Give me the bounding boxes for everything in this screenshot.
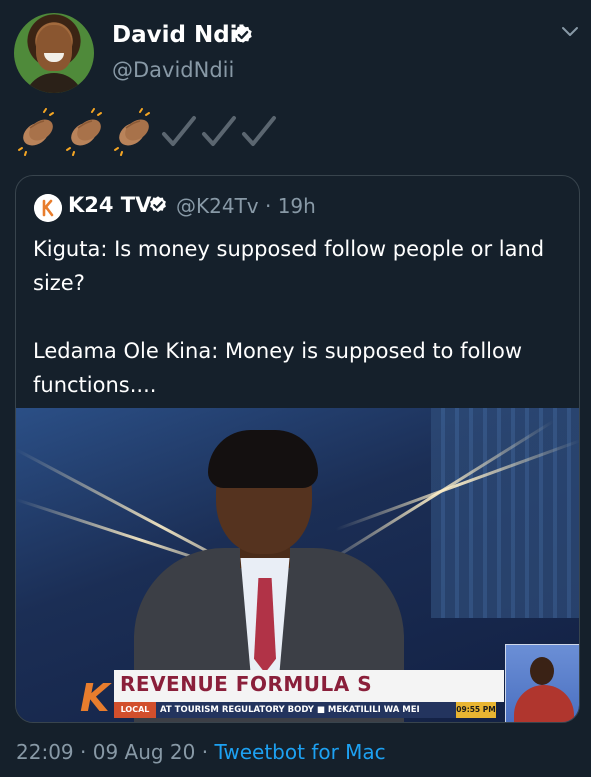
presenter-hair: [208, 430, 318, 488]
video-thumbnail[interactable]: K REVENUE FORMULA S LOCAL AT TOURISM REG…: [16, 408, 579, 722]
interpreter-head: [530, 657, 554, 685]
ticker-label: LOCAL: [114, 702, 156, 718]
check-mark-icon: [162, 116, 196, 146]
quoted-separator: ·: [264, 194, 272, 218]
clapping-hands-icon: [114, 108, 150, 156]
quoted-text-line: functions....: [33, 373, 157, 397]
tweet-date: 09 Aug 20: [92, 740, 196, 764]
footer-separator: ·: [201, 740, 209, 764]
ticker-time: 09:55 PM: [456, 702, 496, 718]
quoted-author-name[interactable]: K24 TV: [68, 193, 151, 217]
footer-separator: ·: [80, 740, 87, 764]
quoted-handle-text: @K24Tv: [176, 194, 259, 218]
quoted-text-line: Kiguta: Is money supposed follow people …: [33, 237, 545, 261]
avatar-face: [36, 25, 72, 71]
tweet-text: [14, 108, 278, 156]
chevron-down-icon[interactable]: [561, 26, 579, 38]
tweet-time: 22:09: [16, 740, 74, 764]
quoted-author-avatar[interactable]: [34, 194, 62, 222]
tweet-footer: 22:09 · 09 Aug 20 · Tweetbot for Mac: [16, 740, 386, 764]
author-avatar[interactable]: [14, 13, 94, 93]
quoted-author-handle[interactable]: @K24Tv · 19h: [176, 194, 316, 218]
client-link[interactable]: Tweetbot for Mac: [214, 740, 385, 764]
k24-watermark-logo: K: [80, 676, 110, 720]
clapping-hands-icon: [66, 108, 102, 156]
check-mark-icon: [202, 116, 236, 146]
lower-third-title: REVENUE FORMULA S: [120, 672, 373, 696]
sign-language-inset: [505, 644, 579, 722]
interpreter-body: [514, 685, 574, 722]
background-building: [431, 408, 579, 618]
quoted-text-line: size?: [33, 271, 85, 295]
quoted-time[interactable]: 19h: [278, 194, 316, 218]
avatar-shirt: [24, 73, 84, 93]
k24-logo-icon: [34, 194, 62, 222]
quoted-tweet-card[interactable]: K24 TV @K24Tv · 19h Kiguta: Is money sup…: [15, 175, 580, 723]
verified-badge-icon: [150, 196, 166, 213]
quoted-text-line: Ledama Ole Kina: Money is supposed to fo…: [33, 339, 523, 363]
news-ticker: AT TOURISM REGULATORY BODY ■ MEKATILILI …: [156, 702, 456, 718]
clapping-hands-icon: [18, 108, 54, 156]
verified-badge-icon: [234, 25, 252, 43]
author-name[interactable]: David Ndii: [112, 22, 245, 48]
quoted-tweet-text: Kiguta: Is money supposed follow people …: [33, 232, 563, 402]
check-mark-icon: [242, 116, 276, 146]
author-handle[interactable]: @DavidNdii: [112, 58, 234, 82]
